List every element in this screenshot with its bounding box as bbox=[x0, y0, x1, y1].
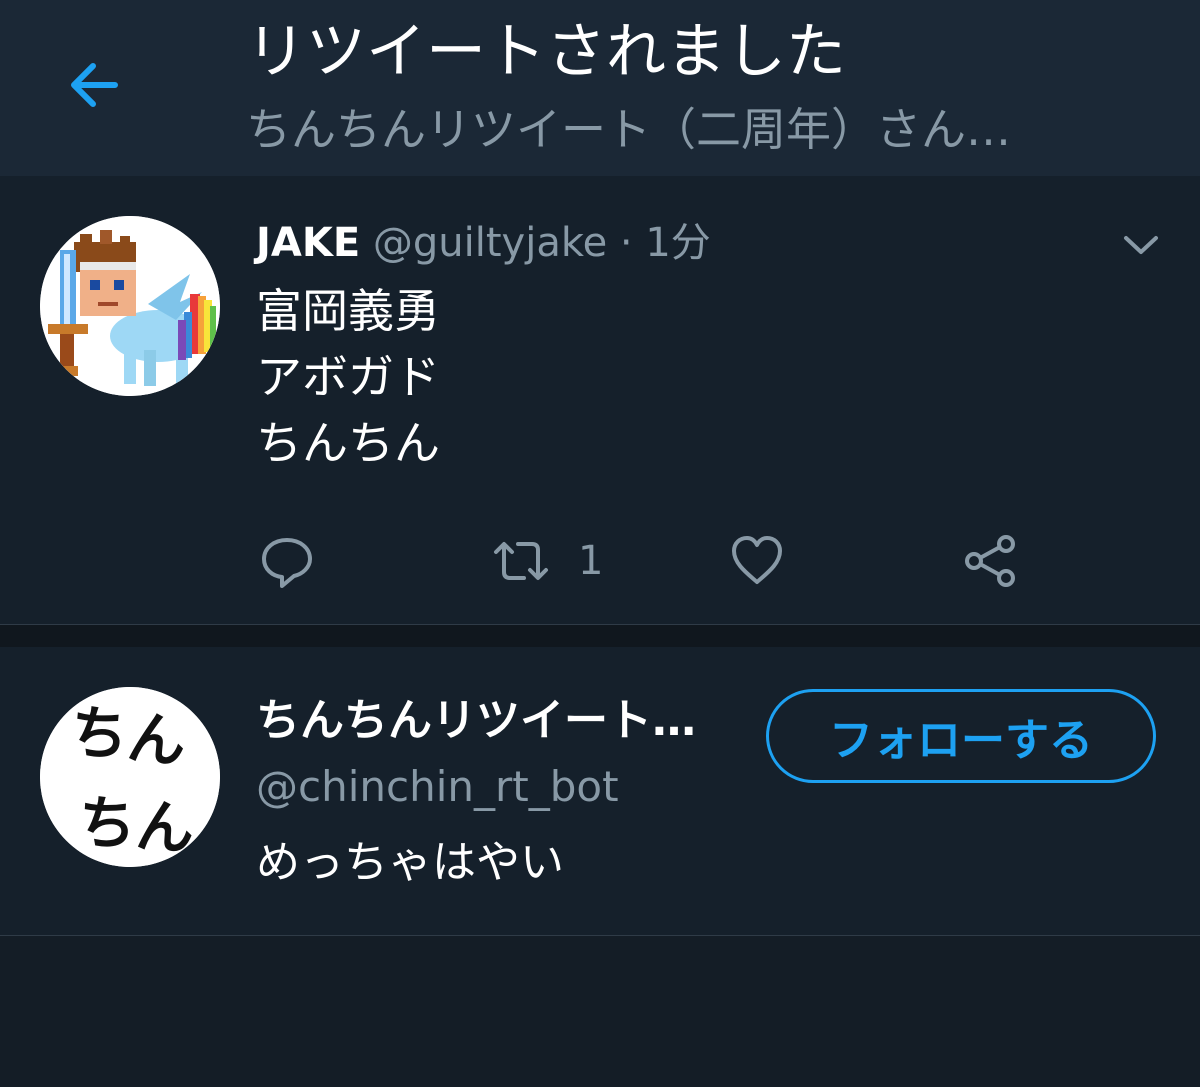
tweet-text: 富岡義勇 アボガド ちんちん bbox=[256, 278, 440, 476]
section-divider bbox=[0, 624, 1200, 648]
share-button[interactable] bbox=[962, 526, 1020, 596]
retweeter-handle[interactable]: @chinchin_rt_bot bbox=[256, 759, 619, 815]
handwritten-text-avatar-image: ちん ちん bbox=[40, 687, 220, 867]
share-icon bbox=[965, 535, 1015, 587]
tweet-header: JAKE @guiltyjake · 1分 bbox=[256, 216, 711, 270]
tweet[interactable]: JAKE @guiltyjake · 1分 富岡義勇 アボガド ちんちん 1 bbox=[0, 176, 1200, 624]
retweet-button[interactable]: 1 bbox=[490, 526, 603, 596]
tweet-author-avatar[interactable] bbox=[40, 216, 220, 396]
like-button[interactable] bbox=[728, 526, 786, 596]
retweeter-row[interactable]: ちん ちん ちんちんリツイート… @chinchin_rt_bot めっちゃはや… bbox=[0, 647, 1200, 936]
tweet-menu-button[interactable] bbox=[1116, 220, 1166, 270]
tweet-line: ちんちん bbox=[256, 416, 440, 470]
tweet-line: 富岡義勇 bbox=[256, 284, 440, 338]
page-title: リツイートされました bbox=[246, 17, 846, 87]
retweeted-by-screen: リツイートされました ちんちんリツイート（二周年）さん… JAKE @guilt… bbox=[0, 0, 1200, 1087]
header-bar: リツイートされました ちんちんリツイート（二周年）さん… bbox=[0, 0, 1200, 176]
pixel-character-avatar-image bbox=[40, 216, 220, 396]
author-name[interactable]: JAKE bbox=[256, 220, 360, 266]
separator-dot: · bbox=[619, 220, 633, 266]
retweet-icon bbox=[494, 542, 548, 580]
retweeter-avatar[interactable]: ちん ちん bbox=[40, 687, 220, 867]
avatar-text-line-2: ちん bbox=[76, 787, 196, 863]
follow-button[interactable]: フォローする bbox=[766, 689, 1156, 783]
reply-button[interactable] bbox=[258, 526, 316, 596]
retweeter-bio: めっちゃはやい bbox=[256, 837, 564, 888]
retweet-count: 1 bbox=[578, 538, 604, 584]
tweet-line: アボガド bbox=[256, 350, 440, 404]
tweet-actions: 1 bbox=[0, 526, 1200, 596]
retweeter-name[interactable]: ちんちんリツイート… bbox=[256, 693, 696, 749]
heart-icon bbox=[732, 536, 782, 584]
back-arrow-icon bbox=[71, 63, 118, 107]
author-handle[interactable]: @guiltyjake bbox=[373, 220, 607, 266]
back-button[interactable] bbox=[50, 40, 140, 130]
avatar-text-line-1: ちん bbox=[67, 697, 189, 777]
page-subtitle: ちんちんリツイート（二周年）さん… bbox=[246, 103, 1012, 156]
chevron-down-icon bbox=[1124, 236, 1158, 254]
reply-icon bbox=[262, 538, 312, 588]
empty-area bbox=[0, 936, 1200, 1087]
tweet-timestamp[interactable]: 1分 bbox=[645, 220, 710, 266]
